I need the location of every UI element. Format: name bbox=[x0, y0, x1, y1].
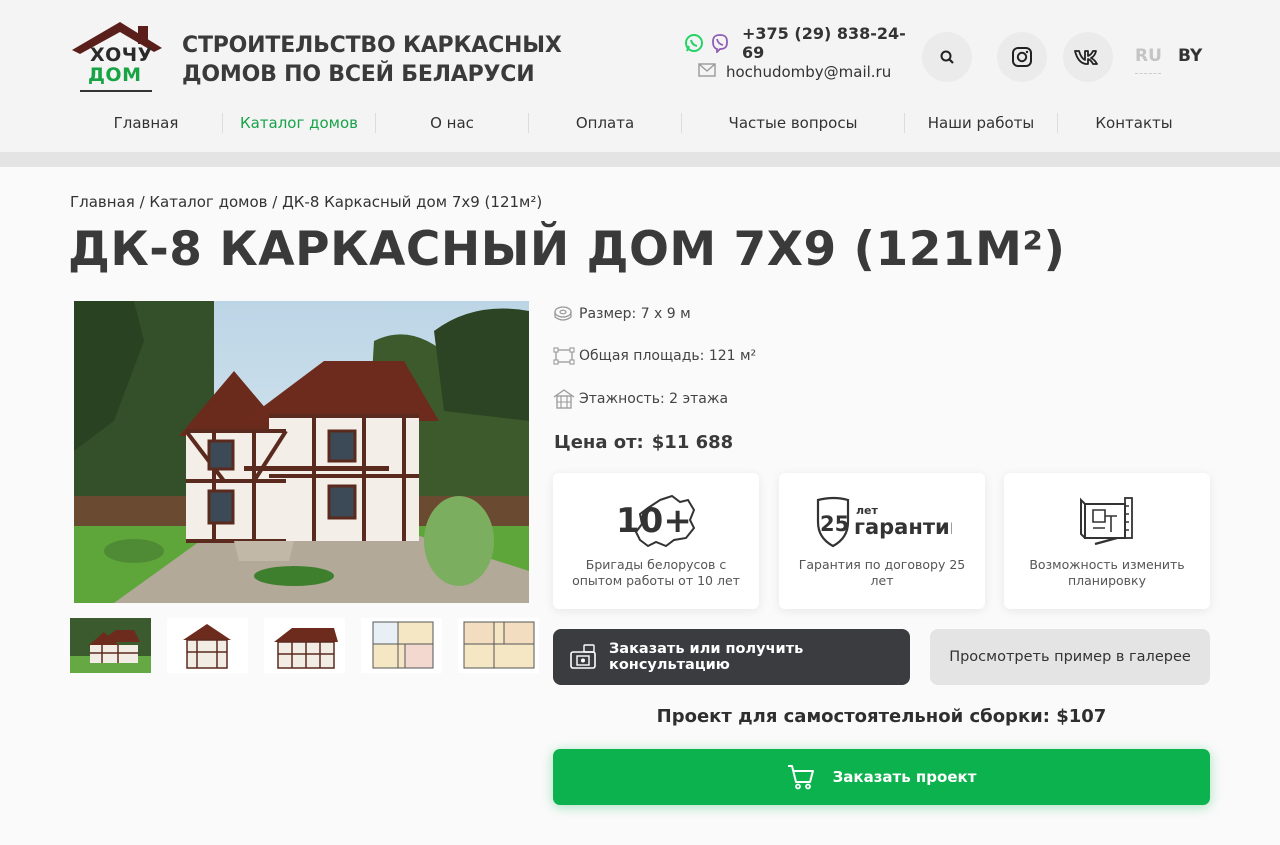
feature-brigades-caption: Бригады белорусов с опытом работы от 10 … bbox=[572, 557, 740, 588]
price-label: Цена от: bbox=[554, 432, 644, 453]
nav-item-faq[interactable]: Частые вопросы bbox=[682, 110, 904, 136]
mail-icon bbox=[698, 62, 716, 81]
whatsapp-icon[interactable] bbox=[684, 33, 704, 53]
thumbnail-strip bbox=[70, 618, 539, 673]
logo-word-1: ХОЧУ bbox=[90, 44, 153, 66]
feature-brigades-number: 10+ bbox=[616, 501, 692, 541]
instagram-icon bbox=[1012, 47, 1032, 67]
logo-underline bbox=[80, 90, 152, 92]
nav-item-payment[interactable]: Оплата bbox=[529, 110, 681, 136]
site-tagline: СТРОИТЕЛЬСТВО КАРКАСНЫХ ДОМОВ ПО ВСЕЙ БЕ… bbox=[182, 33, 562, 87]
contacts-block: +375 (29) 838-24-69 hochudomby@mail.ru bbox=[684, 24, 924, 81]
breadcrumb: Главная / Каталог домов / ДК-8 Каркасный… bbox=[70, 193, 543, 211]
feature-guarantee-number: 25 bbox=[820, 512, 849, 536]
thumbnail-floor-plan-1[interactable] bbox=[361, 618, 442, 673]
area-icon bbox=[553, 346, 575, 366]
blueprint-icon bbox=[1004, 487, 1210, 557]
feature-layout-caption: Возможность изменить планировку bbox=[1029, 557, 1185, 588]
cart-icon bbox=[787, 764, 815, 790]
thumbnail-front-elevation[interactable] bbox=[167, 618, 248, 673]
order-project-button[interactable]: Заказать проект bbox=[553, 749, 1210, 805]
lang-by[interactable]: BY bbox=[1178, 46, 1202, 66]
vk-icon bbox=[1074, 50, 1098, 65]
feature-card-guarantee: 25 лет гарантии Гарантия по договору 25 … bbox=[779, 473, 985, 609]
site-header: ХОЧУ ДОМ СТРОИТЕЛЬСТВО КАРКАСНЫХ ДОМОВ П… bbox=[0, 0, 1280, 152]
thumbnail-floor-plan-2[interactable] bbox=[458, 618, 539, 673]
consultation-button[interactable]: Заказать или получить консультацию bbox=[553, 629, 910, 685]
gallery-button[interactable]: Просмотреть пример в галерее bbox=[930, 629, 1210, 685]
belarus-map-icon: 10+ bbox=[553, 487, 759, 557]
search-icon bbox=[940, 50, 954, 64]
breadcrumb-catalog[interactable]: Каталог домов bbox=[149, 193, 267, 211]
breadcrumb-home[interactable]: Главная bbox=[70, 193, 135, 211]
header-divider bbox=[0, 152, 1280, 167]
nav-item-catalog[interactable]: Каталог домов bbox=[223, 110, 375, 136]
thumbnail-facade-render[interactable] bbox=[70, 618, 151, 673]
main-nav: Главная Каталог домов О нас Оплата Часты… bbox=[70, 110, 1210, 136]
nav-item-contacts[interactable]: Контакты bbox=[1058, 110, 1210, 136]
viber-icon[interactable] bbox=[710, 33, 730, 53]
search-button[interactable] bbox=[922, 32, 972, 82]
main-house-photo[interactable] bbox=[74, 301, 529, 603]
instagram-button[interactable] bbox=[997, 32, 1047, 82]
feature-guarantee-word: гарантии bbox=[854, 515, 952, 539]
logo[interactable]: ХОЧУ ДОМ bbox=[68, 18, 168, 96]
price-value: $11 688 bbox=[651, 432, 734, 453]
feature-card-brigades: 10+ Бригады белорусов с опытом работы от… bbox=[553, 473, 759, 609]
breadcrumb-current: ДК-8 Каркасный дом 7х9 (121м²) bbox=[282, 193, 543, 211]
lang-ru[interactable]: RU bbox=[1135, 46, 1162, 74]
logo-word-2: ДОМ bbox=[88, 64, 142, 86]
spec-floors: Этажность: 2 этажа bbox=[553, 389, 728, 409]
nav-item-works[interactable]: Наши работы bbox=[905, 110, 1057, 136]
page-title: ДК-8 КАРКАСНЫЙ ДОМ 7Х9 (121М²) bbox=[68, 222, 1066, 277]
nav-item-about[interactable]: О нас bbox=[376, 110, 528, 136]
order-project-label: Заказать проект bbox=[832, 768, 977, 786]
consultation-label: Заказать или получить консультацию bbox=[609, 641, 804, 673]
spec-area: Общая площадь: 121 м² bbox=[553, 346, 756, 366]
price-block: Цена от: $11 688 bbox=[554, 432, 733, 453]
shield-icon: 25 лет гарантии bbox=[779, 487, 985, 557]
feature-card-layout: Возможность изменить планировку bbox=[1004, 473, 1210, 609]
building-floors-icon bbox=[553, 389, 575, 409]
nav-item-home[interactable]: Главная bbox=[70, 110, 222, 136]
email-link[interactable]: hochudomby@mail.ru bbox=[726, 63, 891, 81]
self-build-project-price: Проект для самостоятельной сборки: $107 bbox=[656, 706, 1107, 727]
consultation-icon bbox=[569, 644, 597, 670]
feature-guarantee-caption: Гарантия по договору 25 лет bbox=[798, 557, 966, 588]
phone-number[interactable]: +375 (29) 838-24-69 bbox=[742, 24, 924, 62]
thumbnail-side-elevation[interactable] bbox=[264, 618, 345, 673]
vk-button[interactable] bbox=[1063, 32, 1113, 82]
tape-measure-icon bbox=[553, 304, 575, 324]
spec-size: Размер: 7 х 9 м bbox=[553, 304, 691, 324]
